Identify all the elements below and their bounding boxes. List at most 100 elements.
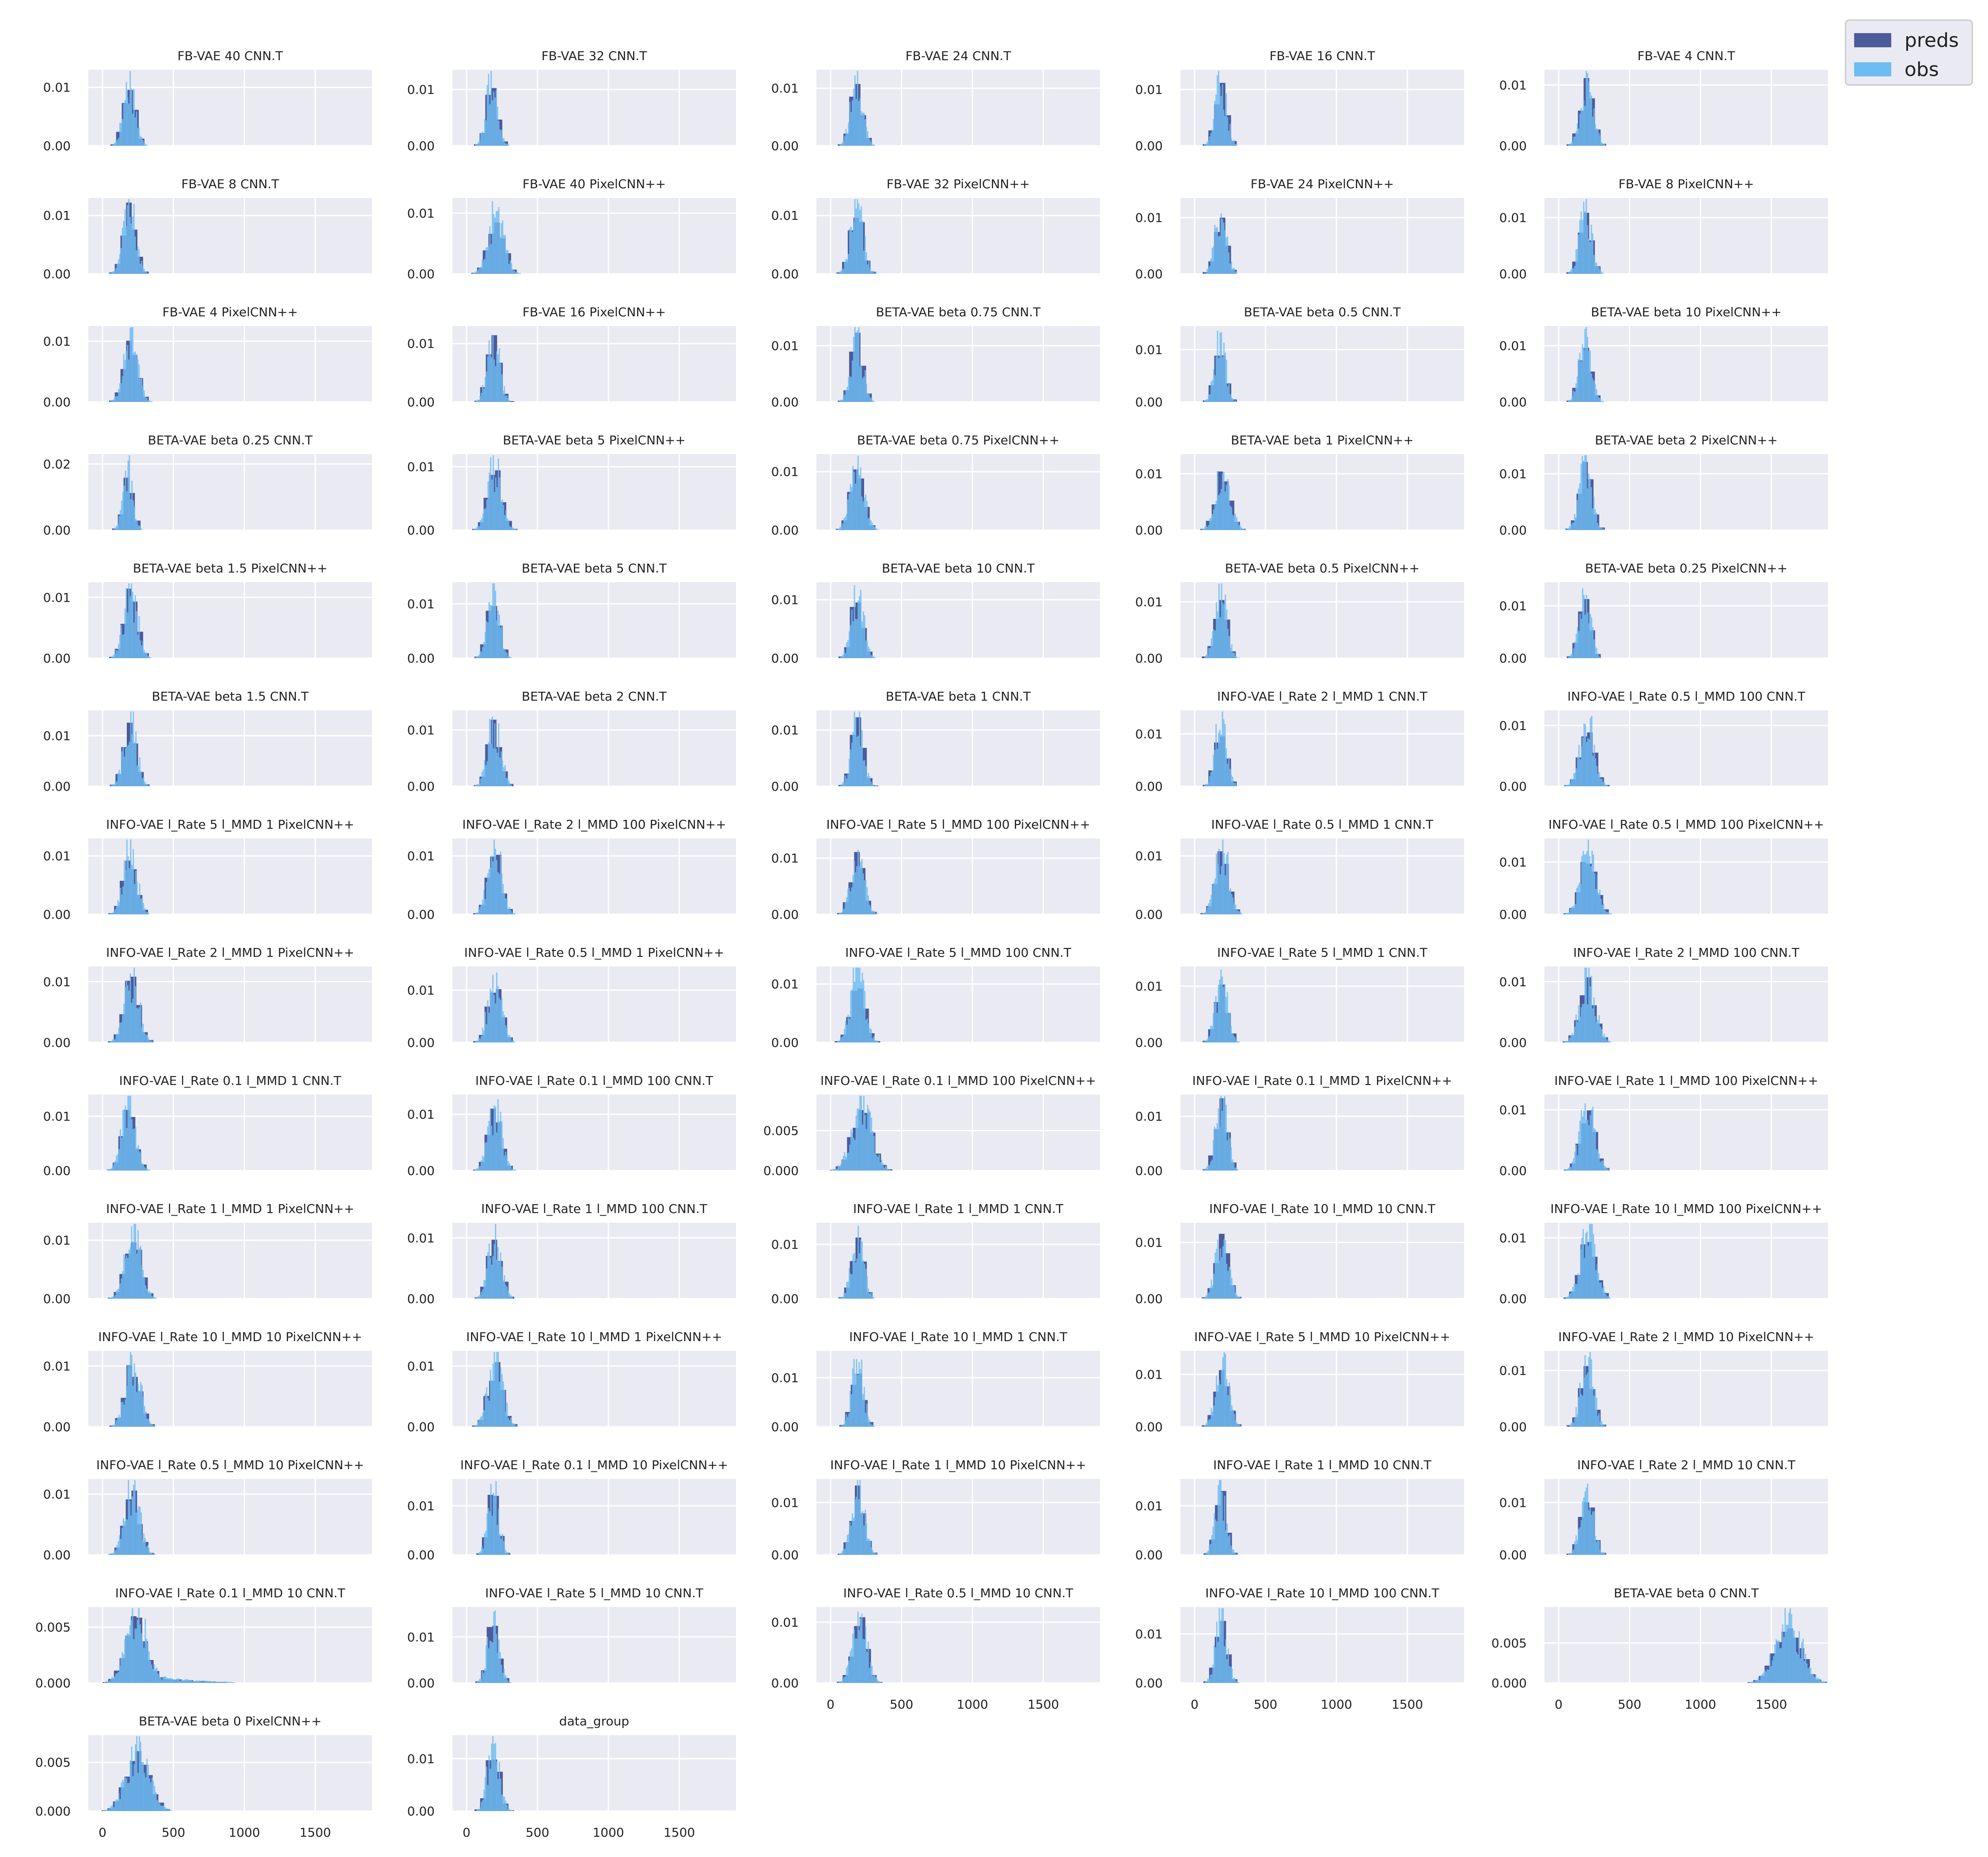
- obs-bar: [116, 1155, 118, 1171]
- obs-bar: [479, 396, 481, 402]
- obs-bar: [1768, 1670, 1769, 1683]
- obs-bar: [1763, 1672, 1764, 1683]
- obs-bar: [475, 785, 477, 786]
- obs-bar: [497, 211, 498, 274]
- obs-bar: [484, 1143, 486, 1171]
- obs-bar: [486, 1142, 487, 1171]
- obs-bar: [512, 1423, 514, 1427]
- obs-bar: [489, 719, 491, 786]
- obs-bar: [861, 859, 863, 914]
- y-tick-label: 0.01: [771, 851, 799, 866]
- y-tick-label: 0.01: [1135, 342, 1163, 357]
- obs-bar: [1578, 883, 1580, 914]
- obs-bar: [501, 1534, 503, 1555]
- panel: BETA-VAE beta 1 CNN.T0.000.01: [771, 689, 1100, 794]
- panel: INFO-VAE l_Rate 5 l_MMD 10 PixelCNN++0.0…: [1135, 1330, 1464, 1434]
- obs-bar: [484, 1533, 486, 1555]
- obs-bar: [1583, 1111, 1585, 1171]
- obs-bar: [842, 1156, 844, 1171]
- obs-bar: [846, 133, 848, 146]
- obs-bar: [504, 515, 506, 530]
- obs-bar: [1601, 1029, 1602, 1042]
- obs-bar: [1597, 129, 1599, 146]
- obs-bar: [849, 228, 851, 274]
- obs-bar: [141, 897, 143, 914]
- obs-bar: [483, 1031, 485, 1042]
- y-tick-label: 0.01: [1135, 727, 1163, 741]
- obs-bar: [479, 268, 481, 274]
- obs-bar: [151, 1777, 153, 1811]
- obs-bar: [1229, 1012, 1231, 1042]
- obs-bar: [1236, 144, 1237, 146]
- obs-bar: [855, 718, 857, 786]
- y-tick-label: 0.01: [407, 1751, 435, 1766]
- obs-bar: [1228, 1536, 1229, 1555]
- obs-bar: [1211, 1160, 1213, 1171]
- obs-bar: [1221, 489, 1222, 530]
- obs-bar: [1596, 1542, 1597, 1555]
- obs-bar: [1213, 1140, 1214, 1171]
- obs-bar: [1791, 1614, 1792, 1683]
- obs-bar: [1235, 1292, 1237, 1299]
- obs-bar: [483, 509, 485, 530]
- obs-bar: [149, 1170, 151, 1171]
- obs-bar: [474, 529, 476, 530]
- obs-bar: [848, 254, 850, 274]
- y-tick-label: 0.00: [43, 395, 71, 409]
- obs-bar: [134, 117, 136, 146]
- obs-bar: [476, 1682, 478, 1683]
- obs-bar: [169, 1809, 171, 1811]
- obs-bar: [835, 1169, 837, 1171]
- obs-bar: [1216, 853, 1217, 914]
- obs-bar: [116, 526, 118, 530]
- obs-bar: [862, 873, 864, 914]
- obs-bar: [127, 745, 129, 786]
- obs-bar: [856, 736, 858, 786]
- obs-bar: [1240, 526, 1241, 530]
- obs-bar: [864, 615, 865, 658]
- obs-bar: [493, 213, 495, 274]
- obs-bar: [866, 1276, 868, 1299]
- obs-bar: [854, 199, 856, 274]
- obs-bar: [870, 1423, 872, 1427]
- obs-bar: [512, 1169, 514, 1171]
- panel: INFO-VAE l_Rate 10 l_MMD 10 CNN.T0.000.0…: [1135, 1201, 1464, 1306]
- obs-bar: [873, 1425, 874, 1427]
- obs-bar: [1575, 768, 1577, 786]
- panel-title: FB-VAE 4 PixelCNN++: [163, 305, 298, 319]
- obs-bar: [869, 1028, 871, 1042]
- obs-bar: [488, 74, 489, 146]
- obs-bar: [1229, 636, 1230, 658]
- obs-bar: [127, 985, 129, 1042]
- obs-bar: [476, 784, 478, 786]
- obs-bar: [845, 1542, 847, 1555]
- obs-bar: [1565, 1041, 1567, 1042]
- obs-bar: [475, 1810, 477, 1811]
- obs-bar: [121, 751, 123, 786]
- obs-bar: [131, 88, 133, 146]
- obs-bar: [156, 1800, 158, 1811]
- obs-bar: [132, 591, 133, 658]
- obs-bar: [1571, 523, 1573, 530]
- obs-bar: [487, 873, 489, 914]
- obs-bar: [1574, 905, 1575, 914]
- obs-bar: [486, 1387, 488, 1427]
- obs-bar: [146, 1035, 148, 1042]
- obs-bar: [1567, 913, 1569, 914]
- y-tick-label: 0.00: [407, 1163, 435, 1178]
- obs-bar: [1224, 116, 1226, 146]
- obs-bar: [1207, 1421, 1208, 1427]
- panel-title: INFO-VAE l_Rate 5 l_MMD 1 PixelCNN++: [106, 817, 354, 832]
- obs-bar: [499, 1534, 501, 1555]
- y-tick-label: 0.01: [407, 983, 435, 997]
- obs-bar: [1567, 1040, 1569, 1042]
- obs-bar: [1588, 967, 1590, 1042]
- obs-bar: [1569, 400, 1571, 402]
- obs-bar: [489, 355, 491, 402]
- obs-bar: [848, 1660, 850, 1683]
- obs-bar: [487, 622, 489, 658]
- obs-bar: [497, 106, 498, 146]
- obs-bar: [488, 1013, 490, 1042]
- obs-bar: [1232, 1285, 1234, 1299]
- obs-bar: [117, 396, 118, 402]
